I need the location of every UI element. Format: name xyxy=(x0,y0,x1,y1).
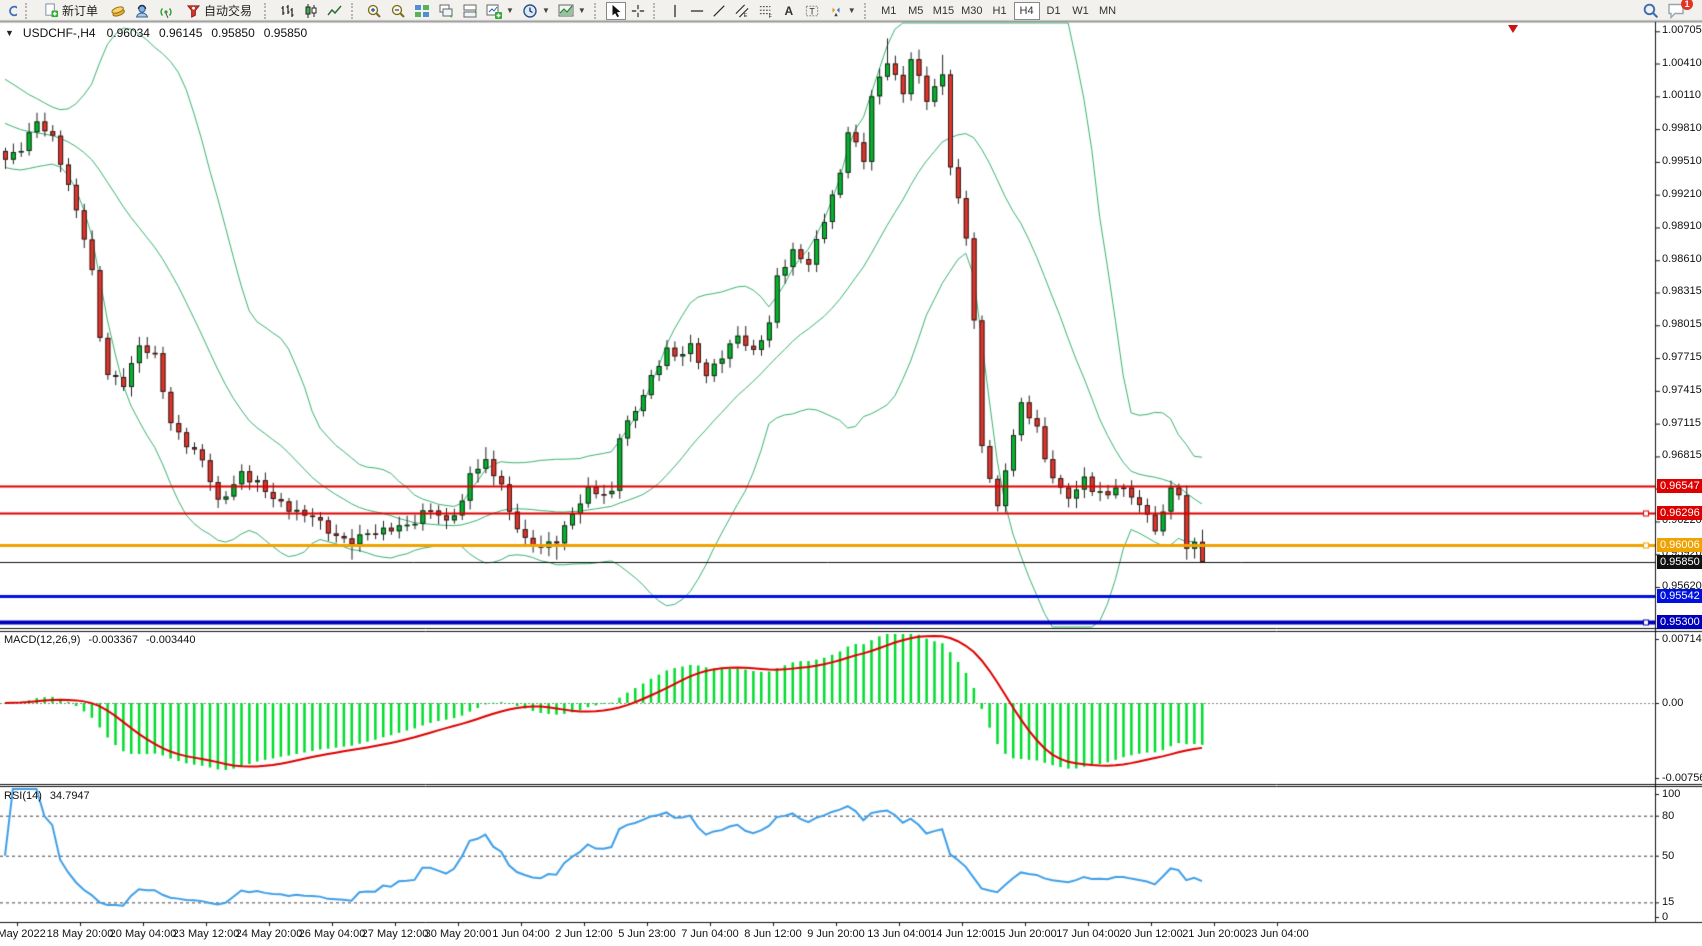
indicator-tick-label: 50 xyxy=(1662,850,1674,862)
time-tick-label: 15 Jun 20:00 xyxy=(993,928,1057,940)
macd-signal-value: -0.003440 xyxy=(146,634,196,646)
price-tick-label: 0.97115 xyxy=(1662,417,1701,429)
indicator-tick-label: -0.007561 xyxy=(1662,772,1702,784)
macd-label: MACD(12,26,9) xyxy=(4,634,80,646)
time-tick-label: 17 Jun 04:00 xyxy=(1056,928,1120,940)
ohlc-open: 0.96034 xyxy=(107,26,150,40)
time-tick-label: 1 Jun 04:00 xyxy=(492,928,550,940)
time-tick-label: 2 Jun 12:00 xyxy=(555,928,613,940)
price-line-tag: 0.96547 xyxy=(1657,479,1702,493)
price-tick-label: 0.99810 xyxy=(1662,122,1702,134)
rsi-label: RSI(14) xyxy=(4,790,42,802)
price-tick-label: 0.97415 xyxy=(1662,384,1702,396)
price-tick-label: 0.99510 xyxy=(1662,155,1702,167)
ohlc-low: 0.95850 xyxy=(211,26,254,40)
chart-shift-marker-icon[interactable] xyxy=(1508,25,1518,33)
macd-header: MACD(12,26,9) -0.003367 -0.003440 xyxy=(4,634,196,646)
time-tick-label: 30 May 20:00 xyxy=(425,928,492,940)
indicator-tick-label: 0.007142 xyxy=(1662,633,1702,645)
time-tick-label: 24 May 20:00 xyxy=(236,928,303,940)
indicator-tick-label: 100 xyxy=(1662,788,1680,800)
rsi-value: 34.7947 xyxy=(50,790,90,802)
indicator-tick-label: 0 xyxy=(1662,911,1668,923)
time-tick-label: 23 May 12:00 xyxy=(173,928,240,940)
mt4-window: 新订单 自动交易 ▼ ▼ ▼ E F A T ▼ M xyxy=(0,0,1702,946)
price-tick-label: 1.00110 xyxy=(1662,89,1701,101)
time-tick-label: 8 Jun 12:00 xyxy=(744,928,802,940)
price-tick-label: 0.96815 xyxy=(1662,449,1702,461)
chart-canvas[interactable] xyxy=(0,0,1702,946)
time-tick-label: 20 May 04:00 xyxy=(110,928,177,940)
ohlc-close: 0.95850 xyxy=(264,26,307,40)
time-tick-label: 26 May 04:00 xyxy=(299,928,366,940)
macd-value: -0.003367 xyxy=(88,634,138,646)
time-tick-label: 7 May 2022 xyxy=(0,928,46,940)
indicator-tick-label: 15 xyxy=(1662,896,1674,908)
chart-header: ▼ USDCHF-,H4 0.96034 0.96145 0.95850 0.9… xyxy=(5,26,307,40)
symbol-dropdown-icon[interactable]: ▼ xyxy=(5,28,14,38)
time-tick-label: 13 Jun 04:00 xyxy=(867,928,931,940)
chart-title: USDCHF-,H4 xyxy=(23,26,96,40)
rsi-header: RSI(14) 34.7947 xyxy=(4,790,90,802)
price-tick-label: 0.98315 xyxy=(1662,285,1702,297)
price-line-tag: 0.95300 xyxy=(1657,615,1702,629)
indicator-tick-label: 0.00 xyxy=(1662,697,1683,709)
price-line-tag: 0.95850 xyxy=(1657,555,1702,569)
price-line-tag: 0.96296 xyxy=(1657,506,1702,520)
price-tick-label: 0.98910 xyxy=(1662,220,1702,232)
price-line-tag: 0.96006 xyxy=(1657,538,1702,552)
time-tick-label: 18 May 20:00 xyxy=(47,928,114,940)
time-tick-label: 20 Jun 12:00 xyxy=(1119,928,1183,940)
price-tick-label: 1.00705 xyxy=(1662,24,1702,36)
price-tick-label: 0.99210 xyxy=(1662,188,1702,200)
time-tick-label: 5 Jun 23:00 xyxy=(618,928,676,940)
time-tick-label: 27 May 12:00 xyxy=(362,928,429,940)
ohlc-high: 0.96145 xyxy=(159,26,202,40)
price-tick-label: 1.00410 xyxy=(1662,57,1702,69)
time-tick-label: 14 Jun 12:00 xyxy=(930,928,994,940)
price-tick-label: 0.98610 xyxy=(1662,253,1702,265)
time-tick-label: 9 Jun 20:00 xyxy=(807,928,865,940)
indicator-tick-label: 80 xyxy=(1662,810,1674,822)
price-tick-label: 0.98015 xyxy=(1662,318,1702,330)
price-line-tag: 0.95542 xyxy=(1657,589,1702,603)
time-tick-label: 7 Jun 04:00 xyxy=(681,928,739,940)
time-tick-label: 21 Jun 20:00 xyxy=(1182,928,1246,940)
price-tick-label: 0.97715 xyxy=(1662,351,1702,363)
time-tick-label: 23 Jun 04:00 xyxy=(1245,928,1309,940)
